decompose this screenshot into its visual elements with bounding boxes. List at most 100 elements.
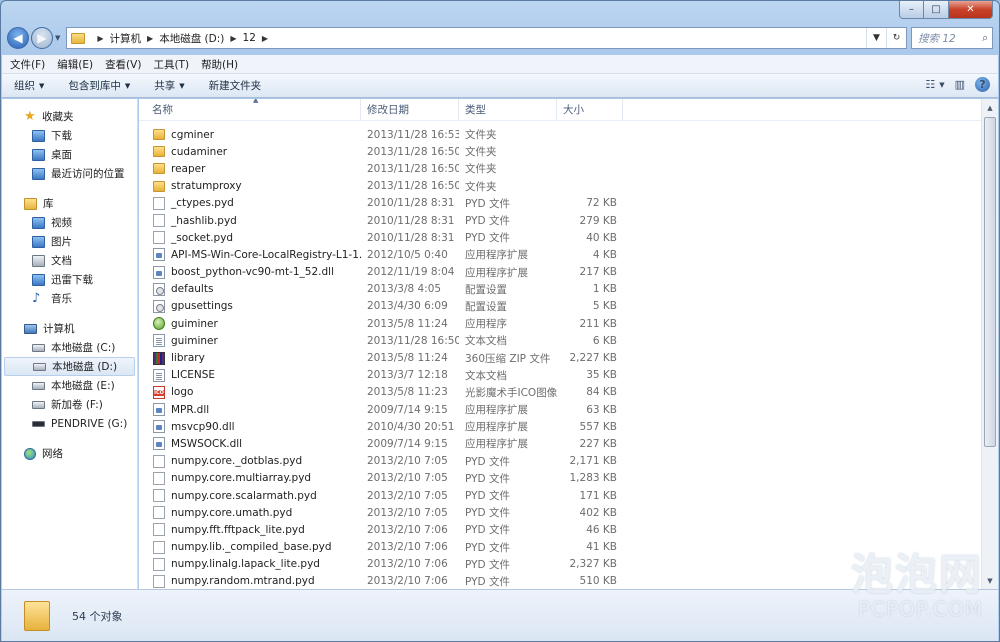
breadcrumb-drive-d[interactable]: 本地磁盘 (D:) bbox=[159, 31, 224, 46]
menu-edit[interactable]: 编辑(E) bbox=[57, 57, 93, 72]
file-row[interactable]: _hashlib.pyd 2010/11/28 8:31 PYD 文件 279 KB bbox=[139, 212, 981, 229]
file-date: 2013/2/10 7:05 bbox=[367, 472, 448, 485]
menu-help[interactable]: 帮助(H) bbox=[201, 57, 238, 72]
menu-file[interactable]: 文件(F) bbox=[10, 57, 45, 72]
file-row[interactable]: _socket.pyd 2010/11/28 8:31 PYD 文件 40 KB bbox=[139, 229, 981, 246]
recent-pages-dropdown-icon[interactable]: ▼ bbox=[55, 34, 60, 42]
breadcrumb-computer[interactable]: 计算机 bbox=[110, 31, 142, 46]
file-row[interactable]: MPR.dll 2009/7/14 9:15 应用程序扩展 63 KB bbox=[139, 401, 981, 418]
chevron-right-icon[interactable]: ▶ bbox=[230, 34, 236, 43]
nav-item-drive-g[interactable]: PENDRIVE (G:) bbox=[2, 414, 137, 433]
scrollbar-thumb[interactable] bbox=[984, 117, 996, 447]
new-folder-button[interactable]: 新建文件夹 bbox=[209, 78, 262, 93]
file-row[interactable]: numpy.core.scalarmath.pyd 2013/2/10 7:05 P… bbox=[139, 487, 981, 504]
column-header-type[interactable]: 类型 bbox=[459, 99, 557, 121]
nav-computer[interactable]: 计算机 bbox=[2, 319, 137, 338]
file-size: 227 KB bbox=[579, 437, 617, 450]
file-row[interactable]: stratumproxy 2013/11/28 16:50 文件夹 bbox=[139, 178, 981, 195]
nav-item-drive-c[interactable]: 本地磁盘 (C:) bbox=[2, 338, 137, 357]
maximize-button[interactable]: □ bbox=[924, 1, 949, 19]
nav-label: 本地磁盘 (C:) bbox=[51, 342, 116, 354]
menu-view[interactable]: 查看(V) bbox=[105, 57, 141, 72]
dll-file-icon bbox=[153, 248, 165, 262]
view-options-icon[interactable]: ☷ bbox=[925, 78, 935, 91]
organize-button[interactable]: 组织 ▼ bbox=[14, 78, 44, 93]
nav-item-desktop[interactable]: 桌面 bbox=[2, 145, 137, 164]
minimize-button[interactable]: – bbox=[899, 1, 924, 19]
nav-item-pictures[interactable]: 图片 bbox=[2, 232, 137, 251]
chevron-right-icon[interactable]: ▶ bbox=[262, 34, 268, 43]
file-row[interactable]: logo 2013/5/8 11:23 光影魔术手ICO图像 84 KB bbox=[139, 384, 981, 401]
nav-network[interactable]: 网络 bbox=[2, 444, 137, 463]
file-row[interactable]: boost_python-vc90-mt-1_52.dll 2012/11/19 … bbox=[139, 264, 981, 281]
item-count: 54 个对象 bbox=[72, 609, 123, 623]
scroll-up-icon[interactable]: ▲ bbox=[982, 99, 998, 116]
column-header-size[interactable]: 大小 bbox=[557, 99, 623, 121]
file-row[interactable]: defaults 2013/3/8 4:05 配置设置 1 KB bbox=[139, 281, 981, 298]
column-header-date[interactable]: 修改日期 bbox=[361, 99, 459, 121]
address-bar[interactable]: ▶ 计算机 ▶ 本地磁盘 (D:) ▶ 12 ▶ ▼ ↻ bbox=[66, 27, 907, 49]
file-name-cell: _ctypes.pyd bbox=[139, 196, 361, 210]
vertical-scrollbar[interactable]: ▲ ▼ bbox=[981, 99, 998, 589]
file-row[interactable]: API-MS-Win-Core-LocalRegistry-L1-1... 201… bbox=[139, 246, 981, 263]
file-row[interactable]: numpy.core.umath.pyd 2013/2/10 7:05 PYD 文件… bbox=[139, 504, 981, 521]
watermark-en: PCPOP.COM bbox=[857, 597, 983, 621]
view-dropdown-icon[interactable]: ▼ bbox=[939, 81, 944, 89]
file-row[interactable]: guiminer 2013/5/8 11:24 应用程序 211 KB bbox=[139, 315, 981, 332]
include-in-library-button[interactable]: 包含到库中 ▼ bbox=[68, 78, 130, 93]
preview-pane-icon[interactable]: ▥ bbox=[955, 78, 965, 91]
nav-item-videos[interactable]: 视频 bbox=[2, 213, 137, 232]
nav-libraries[interactable]: 库 bbox=[2, 194, 137, 213]
help-icon[interactable]: ? bbox=[975, 77, 990, 92]
refresh-icon[interactable]: ↻ bbox=[886, 28, 906, 48]
file-type: 文件夹 bbox=[465, 129, 497, 142]
file-name-cell: MSWSOCK.dll bbox=[139, 437, 361, 451]
nav-item-downloads[interactable]: 下载 bbox=[2, 126, 137, 145]
file-row[interactable]: numpy.core.multiarray.pyd 2013/2/10 7:05 P… bbox=[139, 470, 981, 487]
address-history-dropdown-icon[interactable]: ▼ bbox=[866, 28, 886, 48]
file-row[interactable]: guiminer 2013/11/28 16:50 文本文档 6 KB bbox=[139, 332, 981, 349]
file-row[interactable]: LICENSE 2013/3/7 12:18 文本文档 35 KB bbox=[139, 367, 981, 384]
chevron-right-icon[interactable]: ▶ bbox=[147, 34, 153, 43]
nav-item-recent-places[interactable]: 最近访问的位置 bbox=[2, 164, 137, 183]
menu-tools[interactable]: 工具(T) bbox=[153, 57, 189, 72]
nav-item-music[interactable]: ♪ 音乐 bbox=[2, 289, 137, 308]
file-name: stratumproxy bbox=[171, 180, 242, 193]
breadcrumb-folder-12[interactable]: 12 bbox=[243, 32, 256, 44]
file-row[interactable]: cgminer 2013/11/28 16:53 文件夹 bbox=[139, 126, 981, 143]
file-row[interactable]: gpusettings 2013/4/30 6:09 配置设置 5 KB bbox=[139, 298, 981, 315]
file-size: 4 KB bbox=[592, 248, 617, 261]
file-row[interactable]: _ctypes.pyd 2010/11/28 8:31 PYD 文件 72 KB bbox=[139, 195, 981, 212]
chevron-right-icon[interactable]: ▶ bbox=[97, 34, 103, 43]
nav-item-drive-f[interactable]: 新加卷 (F:) bbox=[2, 395, 137, 414]
scroll-down-icon[interactable]: ▼ bbox=[982, 572, 998, 589]
back-button[interactable]: ◀ bbox=[7, 27, 29, 49]
file-row[interactable]: library 2013/5/8 11:24 360压缩 ZIP 文件 2,227 K… bbox=[139, 349, 981, 366]
file-icon bbox=[153, 231, 165, 245]
file-row[interactable]: numpy.fft.fftpack_lite.pyd 2013/2/10 7:06… bbox=[139, 521, 981, 538]
file-row[interactable]: reaper 2013/11/28 16:50 文件夹 bbox=[139, 160, 981, 177]
search-icon[interactable]: ⌕ bbox=[982, 32, 988, 45]
file-icon bbox=[153, 574, 165, 588]
nav-label: 新加卷 (F:) bbox=[51, 399, 103, 411]
nav-item-documents[interactable]: 文档 bbox=[2, 251, 137, 270]
file-type: 应用程序扩展 bbox=[465, 266, 528, 279]
file-row[interactable]: numpy.core._dotblas.pyd 2013/2/10 7:05 PYD… bbox=[139, 453, 981, 470]
nav-item-drive-e[interactable]: 本地磁盘 (E:) bbox=[2, 376, 137, 395]
close-button[interactable]: ✕ bbox=[949, 1, 993, 19]
file-size: 6 KB bbox=[592, 334, 617, 347]
drive-icon bbox=[32, 343, 45, 352]
file-name: numpy.linalg.lapack_lite.pyd bbox=[171, 558, 320, 571]
nav-item-thunder-downloads[interactable]: 迅雷下载 bbox=[2, 270, 137, 289]
file-row[interactable]: MSWSOCK.dll 2009/7/14 9:15 应用程序扩展 227 KB bbox=[139, 435, 981, 452]
column-header-name[interactable]: 名称 bbox=[139, 99, 361, 121]
forward-button[interactable]: ▶ bbox=[31, 27, 53, 49]
file-row[interactable]: cudaminer 2013/11/28 16:50 文件夹 bbox=[139, 143, 981, 160]
file-row[interactable]: msvcp90.dll 2010/4/30 20:51 应用程序扩展 557 KB bbox=[139, 418, 981, 435]
search-input[interactable]: 搜索 12 ⌕ bbox=[911, 27, 993, 49]
nav-favorites[interactable]: ★ 收藏夹 bbox=[2, 107, 137, 126]
search-placeholder: 搜索 12 bbox=[918, 32, 956, 45]
nav-item-drive-d[interactable]: 本地磁盘 (D:) bbox=[4, 357, 135, 376]
share-button[interactable]: 共享 ▼ bbox=[154, 78, 184, 93]
